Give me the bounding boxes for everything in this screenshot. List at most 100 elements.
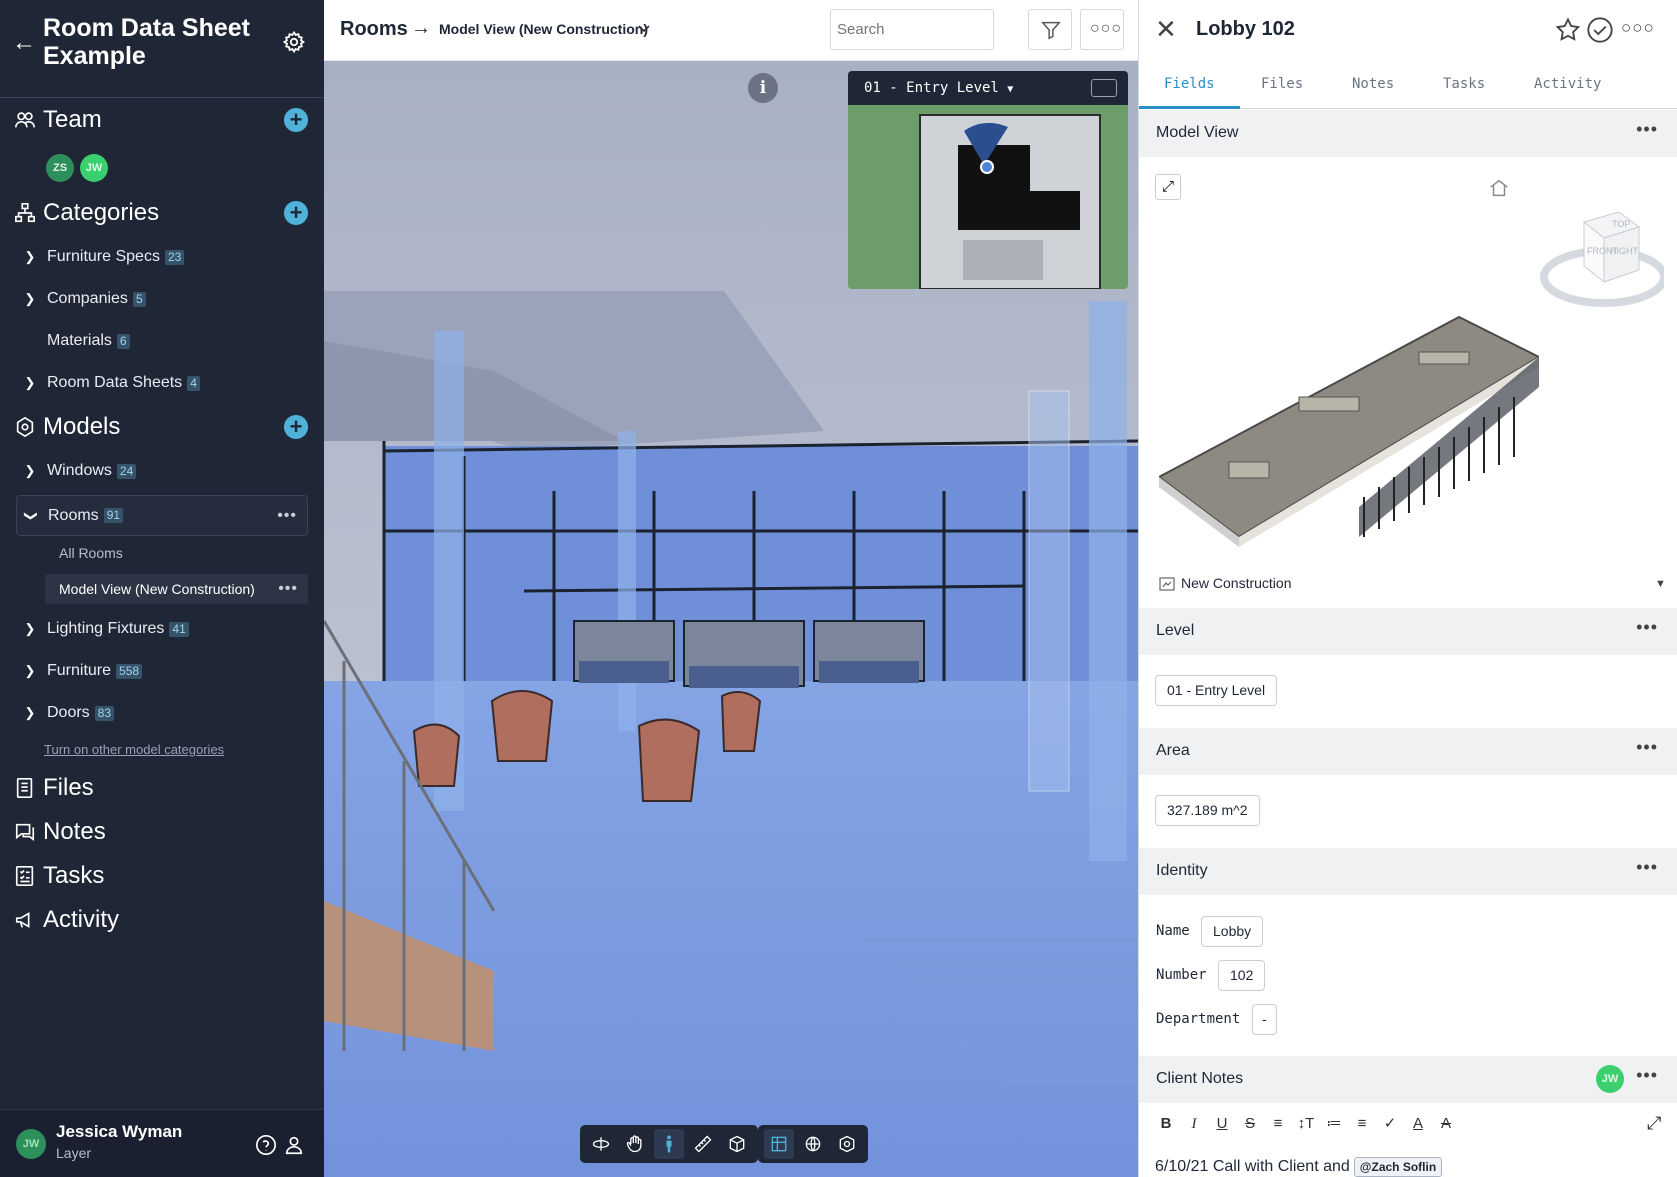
- field-department-value[interactable]: -: [1252, 1004, 1277, 1035]
- chevron-down-icon[interactable]: ❯: [23, 508, 39, 524]
- avatar[interactable]: JW: [80, 154, 108, 182]
- add-category-button[interactable]: +: [284, 201, 308, 225]
- more-icon[interactable]: •••: [277, 507, 297, 525]
- bullet-list-icon[interactable]: ≡: [1351, 1113, 1373, 1135]
- chevron-right-icon[interactable]: ❯: [22, 249, 38, 265]
- level-select[interactable]: 01 - Entry Level ▼: [864, 80, 1013, 96]
- field-name-value[interactable]: Lobby: [1201, 916, 1264, 947]
- more-icon[interactable]: •••: [1636, 857, 1658, 878]
- more-icon[interactable]: •••: [278, 580, 298, 598]
- user-avatar[interactable]: JW: [16, 1129, 46, 1159]
- section-notes[interactable]: Notes: [14, 816, 106, 848]
- minimap-toggle-icon[interactable]: [1091, 79, 1117, 97]
- sidebar-item-furniture[interactable]: ❯ Furniture 558: [16, 654, 308, 688]
- breadcrumb-rooms[interactable]: Rooms: [340, 18, 408, 41]
- expand-icon[interactable]: ⤢: [1155, 174, 1181, 200]
- checklist-icon[interactable]: ✓: [1379, 1113, 1401, 1135]
- more-options-button[interactable]: ○○○: [1080, 9, 1124, 50]
- viewcube[interactable]: TOP FRONT RIGHT: [1534, 202, 1664, 322]
- home-icon[interactable]: [1488, 177, 1510, 199]
- italic-icon[interactable]: I: [1183, 1113, 1205, 1135]
- tab-fields[interactable]: Fields: [1164, 76, 1215, 92]
- sidebar-item-rooms[interactable]: ❯ Rooms 91 •••: [16, 495, 308, 536]
- info-button[interactable]: i: [748, 73, 778, 103]
- chevron-right-icon[interactable]: ❯: [22, 663, 38, 679]
- orbit-tool[interactable]: [586, 1129, 616, 1159]
- caret-down-icon[interactable]: ▼: [1655, 578, 1666, 590]
- sidebar-item-lighting-fixtures[interactable]: ❯ Lighting Fixtures 41: [16, 612, 308, 646]
- underline-icon[interactable]: U: [1211, 1113, 1233, 1135]
- avatar[interactable]: ZS: [46, 154, 74, 182]
- section-activity[interactable]: Activity: [14, 904, 119, 936]
- sidebar-item-room-data-sheets[interactable]: ❯ Room Data Sheets 4: [16, 366, 308, 400]
- strikethrough-icon[interactable]: S: [1239, 1113, 1261, 1135]
- sidebar-item-windows[interactable]: ❯ Windows 24: [16, 454, 308, 488]
- tab-tasks[interactable]: Tasks: [1443, 76, 1485, 92]
- 3d-viewport[interactable]: i 01 - Entry Level ▼: [324, 61, 1138, 1177]
- star-icon[interactable]: [1554, 16, 1582, 44]
- back-arrow-icon[interactable]: ←: [12, 30, 38, 56]
- settings-tool[interactable]: [832, 1129, 862, 1159]
- model-browser-tool[interactable]: [764, 1129, 794, 1159]
- walk-tool[interactable]: [654, 1129, 684, 1159]
- sidebar-item-companies[interactable]: ❯ Companies 5: [16, 282, 308, 316]
- section-team[interactable]: Team: [14, 104, 102, 136]
- more-icon[interactable]: ○○○: [1621, 18, 1654, 46]
- text-color-icon[interactable]: A: [1407, 1113, 1429, 1135]
- client-note-body[interactable]: 6/10/21 Call with Client and @Zach Soflin: [1155, 1157, 1443, 1177]
- check-circle-icon[interactable]: [1586, 16, 1614, 44]
- pan-tool[interactable]: [620, 1129, 650, 1159]
- gear-icon[interactable]: [282, 30, 306, 54]
- align-icon[interactable]: ≡: [1267, 1113, 1289, 1135]
- clear-format-icon[interactable]: A: [1435, 1113, 1457, 1135]
- turn-on-categories-link[interactable]: Turn on other model categories: [44, 742, 224, 757]
- mention-tag[interactable]: @Zach Soflin: [1353, 1157, 1443, 1177]
- tab-files[interactable]: Files: [1261, 76, 1303, 92]
- explode-tool[interactable]: [798, 1129, 828, 1159]
- tab-activity[interactable]: Activity: [1534, 76, 1601, 92]
- help-icon[interactable]: [255, 1134, 277, 1156]
- add-team-button[interactable]: +: [284, 108, 308, 132]
- chevron-right-icon[interactable]: ❯: [22, 621, 38, 637]
- avatar[interactable]: JW: [1596, 1065, 1624, 1093]
- section-categories[interactable]: Categories: [14, 197, 159, 229]
- section-models[interactable]: Models: [14, 411, 120, 443]
- sidebar-item-doors[interactable]: ❯ Doors 83: [16, 696, 308, 730]
- more-icon[interactable]: •••: [1636, 617, 1658, 638]
- minimap[interactable]: 01 - Entry Level ▼: [848, 71, 1128, 289]
- section-tool[interactable]: [722, 1129, 752, 1159]
- section-files[interactable]: Files: [14, 772, 94, 804]
- sidebar-view-model-view[interactable]: Model View (New Construction) •••: [45, 574, 308, 604]
- user-icon[interactable]: [283, 1134, 305, 1156]
- chevron-right-icon[interactable]: ❯: [22, 291, 38, 307]
- chevron-right-icon[interactable]: ❯: [22, 375, 38, 391]
- more-icon[interactable]: •••: [1636, 119, 1658, 140]
- chevron-right-icon[interactable]: ❯: [22, 463, 38, 479]
- tab-notes[interactable]: Notes: [1352, 76, 1394, 92]
- phase-select[interactable]: New Construction: [1181, 575, 1292, 591]
- minimap-plan[interactable]: [848, 105, 1128, 289]
- measure-tool[interactable]: [688, 1129, 718, 1159]
- more-icon[interactable]: •••: [1636, 1065, 1658, 1086]
- chevron-down-icon[interactable]: [636, 20, 652, 36]
- section-tasks[interactable]: Tasks: [14, 860, 104, 892]
- area-value-chip[interactable]: 327.189 m^2: [1155, 795, 1260, 826]
- close-icon[interactable]: ✕: [1155, 16, 1179, 42]
- text-size-icon[interactable]: ↕T: [1295, 1113, 1317, 1135]
- level-value-chip[interactable]: 01 - Entry Level: [1155, 675, 1278, 706]
- sidebar-item-furniture-specs[interactable]: ❯ Furniture Specs 23: [16, 240, 308, 274]
- bold-icon[interactable]: B: [1155, 1113, 1177, 1135]
- breadcrumb-view[interactable]: Model View (New Construction): [439, 21, 648, 37]
- add-model-button[interactable]: +: [284, 415, 308, 439]
- chevron-right-icon[interactable]: ❯: [22, 705, 38, 721]
- sidebar-item-materials[interactable]: Materials 6: [16, 324, 308, 358]
- building-model-render[interactable]: [1159, 237, 1539, 547]
- search-input[interactable]: [830, 9, 994, 50]
- filter-button[interactable]: [1028, 9, 1072, 50]
- model-view-thumbnail[interactable]: ⤢ TOP FRONT RIGHT: [1139, 157, 1677, 567]
- expand-icon[interactable]: ⤢: [1647, 1113, 1669, 1135]
- numbered-list-icon[interactable]: ≔: [1323, 1113, 1345, 1135]
- sidebar-view-all-rooms[interactable]: All Rooms: [45, 538, 308, 568]
- more-icon[interactable]: •••: [1636, 737, 1658, 758]
- field-number-value[interactable]: 102: [1218, 960, 1266, 991]
